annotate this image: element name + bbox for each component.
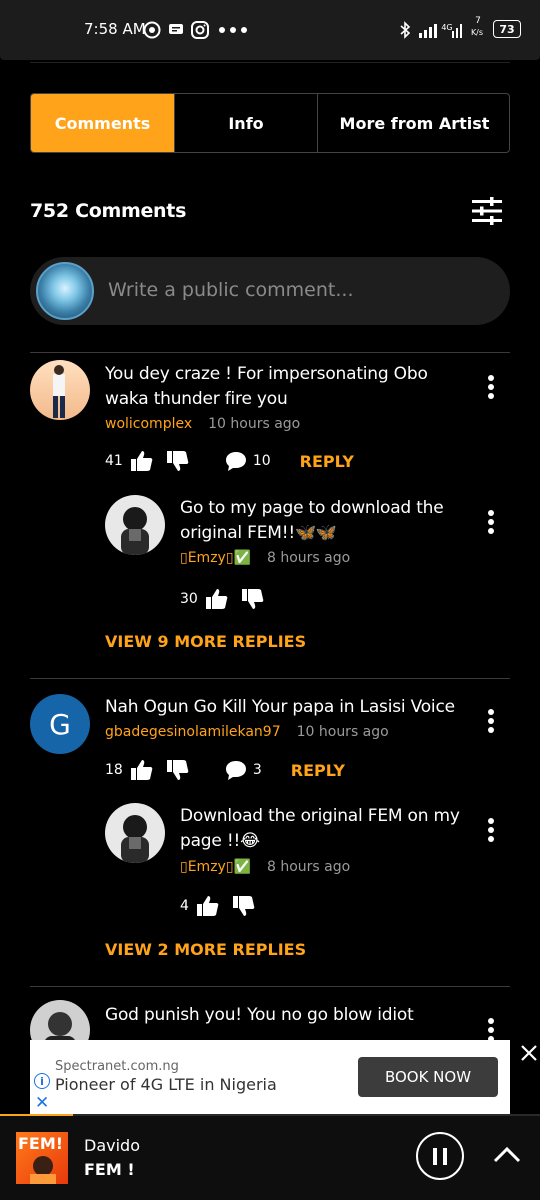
reply-count: 10 [252,453,271,469]
thumbs-up-icon[interactable] [130,450,153,472]
comment-text-line: Nah Ogun Go Kill Your papa in Lasisi Voi… [105,697,455,717]
bluetooth-icon [398,20,412,40]
ad-source: Spectranet.com.ng [55,1059,179,1074]
mini-player[interactable]: FEM! Davido FEM ! [0,1114,540,1200]
reply-text-line: page !!😂 [180,831,260,851]
avatar[interactable]: G [30,694,90,754]
more-options-icon[interactable] [481,706,501,736]
message-icon [168,20,184,40]
like-count: 30 [180,591,198,607]
chevron-up-icon[interactable] [492,1144,522,1164]
reply-username[interactable]: ▯Emzy▯✅ [180,550,251,566]
comments-count: 752 Comments [30,200,187,222]
more-options-icon[interactable] [481,815,501,845]
reply-text: Go to my page to download the original F… [180,496,470,546]
filter-sliders-icon[interactable] [472,197,502,225]
reply-actions: 4 [180,895,269,917]
ad-book-now-button[interactable]: BOOK NOW [358,1057,498,1097]
signal-icon-2 [452,20,464,40]
comment-input[interactable]: Write a public comment... [30,257,510,325]
playback-progress-track [73,1114,540,1116]
signal-icon [418,20,442,40]
comment-text: Nah Ogun Go Kill Your papa in Lasisi Voi… [105,695,485,720]
comment-actions: 18 3 REPLY [105,759,345,781]
ad-banner[interactable]: i ✕ Spectranet.com.ng Pioneer of 4G LTE … [30,1040,510,1114]
tab-comments[interactable]: Comments [31,94,175,152]
comment-bubble-icon[interactable] [225,759,247,781]
comment-text-line: waka thunder fire you [105,389,288,409]
like-count: 18 [105,762,123,778]
reply-text-line: Go to my page to download the [180,498,444,518]
player-artist: Davido [84,1136,140,1155]
playback-progress[interactable] [0,1114,73,1116]
player-song: FEM ! [84,1160,135,1179]
divider [30,352,510,353]
user-avatar [36,262,94,320]
comment-bubble-icon[interactable] [225,450,247,472]
avatar[interactable] [105,803,165,863]
thumbs-down-icon[interactable] [166,759,189,781]
reply-meta: ▯Emzy▯✅ 8 hours ago [180,859,350,875]
reply-button[interactable]: REPLY [300,452,354,471]
speed-bottom: K/s [470,27,484,37]
comment-text: You dey craze ! For impersonating Obo wa… [105,362,465,412]
like-count: 41 [105,453,123,469]
comment-text-line: God punish you! You no go blow idiot [105,1005,414,1025]
ad-info-icon[interactable]: i [34,1073,50,1089]
album-art[interactable]: FEM! [16,1132,68,1184]
status-bar: 7:58 AM 4G 7 K/s 73 [0,0,540,60]
reply-meta: ▯Emzy▯✅ 8 hours ago [180,550,350,566]
tab-more-from-artist[interactable]: More from Artist [318,94,509,152]
divider [30,678,510,679]
thumbs-down-icon[interactable] [232,895,255,917]
thumbs-down-icon[interactable] [166,450,189,472]
status-time: 7:58 AM [84,20,146,38]
more-options-icon[interactable] [481,372,501,402]
more-options-icon[interactable] [481,507,501,537]
reply-time: 8 hours ago [266,550,351,566]
comment-username[interactable]: gbadegesinolamilekan97 [105,724,281,740]
ad-close-x-icon[interactable]: ✕ [35,1093,49,1113]
more-notifications-icon [218,20,250,40]
chrome-icon [142,20,162,40]
like-count: 4 [180,898,189,914]
avatar-letter: G [49,707,71,741]
comment-placeholder: Write a public comment... [108,279,354,301]
battery-level: 73 [499,22,515,36]
view-more-replies[interactable]: VIEW 9 MORE REPLIES [105,632,306,651]
view-more-replies[interactable]: VIEW 2 MORE REPLIES [105,940,306,959]
reply-count: 3 [252,762,262,778]
reply-button[interactable]: REPLY [291,761,345,780]
comment-username[interactable]: wolicomplex [105,416,192,432]
comment-text: God punish you! You no go blow idiot [105,1003,465,1028]
speed-top: 7 [475,16,481,26]
reply-actions: 30 [180,588,278,610]
comment-time: 10 hours ago [208,416,301,432]
thumbs-up-icon[interactable] [205,588,228,610]
tab-bar: Comments Info More from Artist [30,93,510,153]
reply-username[interactable]: ▯Emzy▯✅ [180,859,251,875]
reply-text-line: original FEM!!🦋🦋 [180,523,337,543]
divider [30,986,510,987]
pause-button[interactable] [416,1132,464,1180]
comment-text-line: You dey craze ! For impersonating Obo [105,364,428,384]
reply-text-line: Download the original FEM on my [180,806,460,826]
tab-info[interactable]: Info [175,94,318,152]
thumbs-up-icon[interactable] [130,759,153,781]
avatar[interactable] [30,360,90,420]
comment-time: 10 hours ago [296,724,389,740]
ad-headline: Pioneer of 4G LTE in Nigeria [55,1075,277,1094]
thumbs-up-icon[interactable] [196,895,219,917]
avatar[interactable] [105,495,165,555]
header-divider [30,62,510,63]
battery-icon: 73 [493,20,521,38]
comment-meta: wolicomplex 10 hours ago [105,416,300,432]
thumbs-down-icon[interactable] [241,588,264,610]
instagram-icon [190,20,210,40]
comment-meta: gbadegesinolamilekan97 10 hours ago [105,724,389,740]
reply-time: 8 hours ago [266,859,351,875]
close-ad-icon[interactable] [518,1042,540,1064]
comment-actions: 41 10 REPLY [105,450,354,472]
reply-text: Download the original FEM on my page !!😂 [180,804,470,854]
